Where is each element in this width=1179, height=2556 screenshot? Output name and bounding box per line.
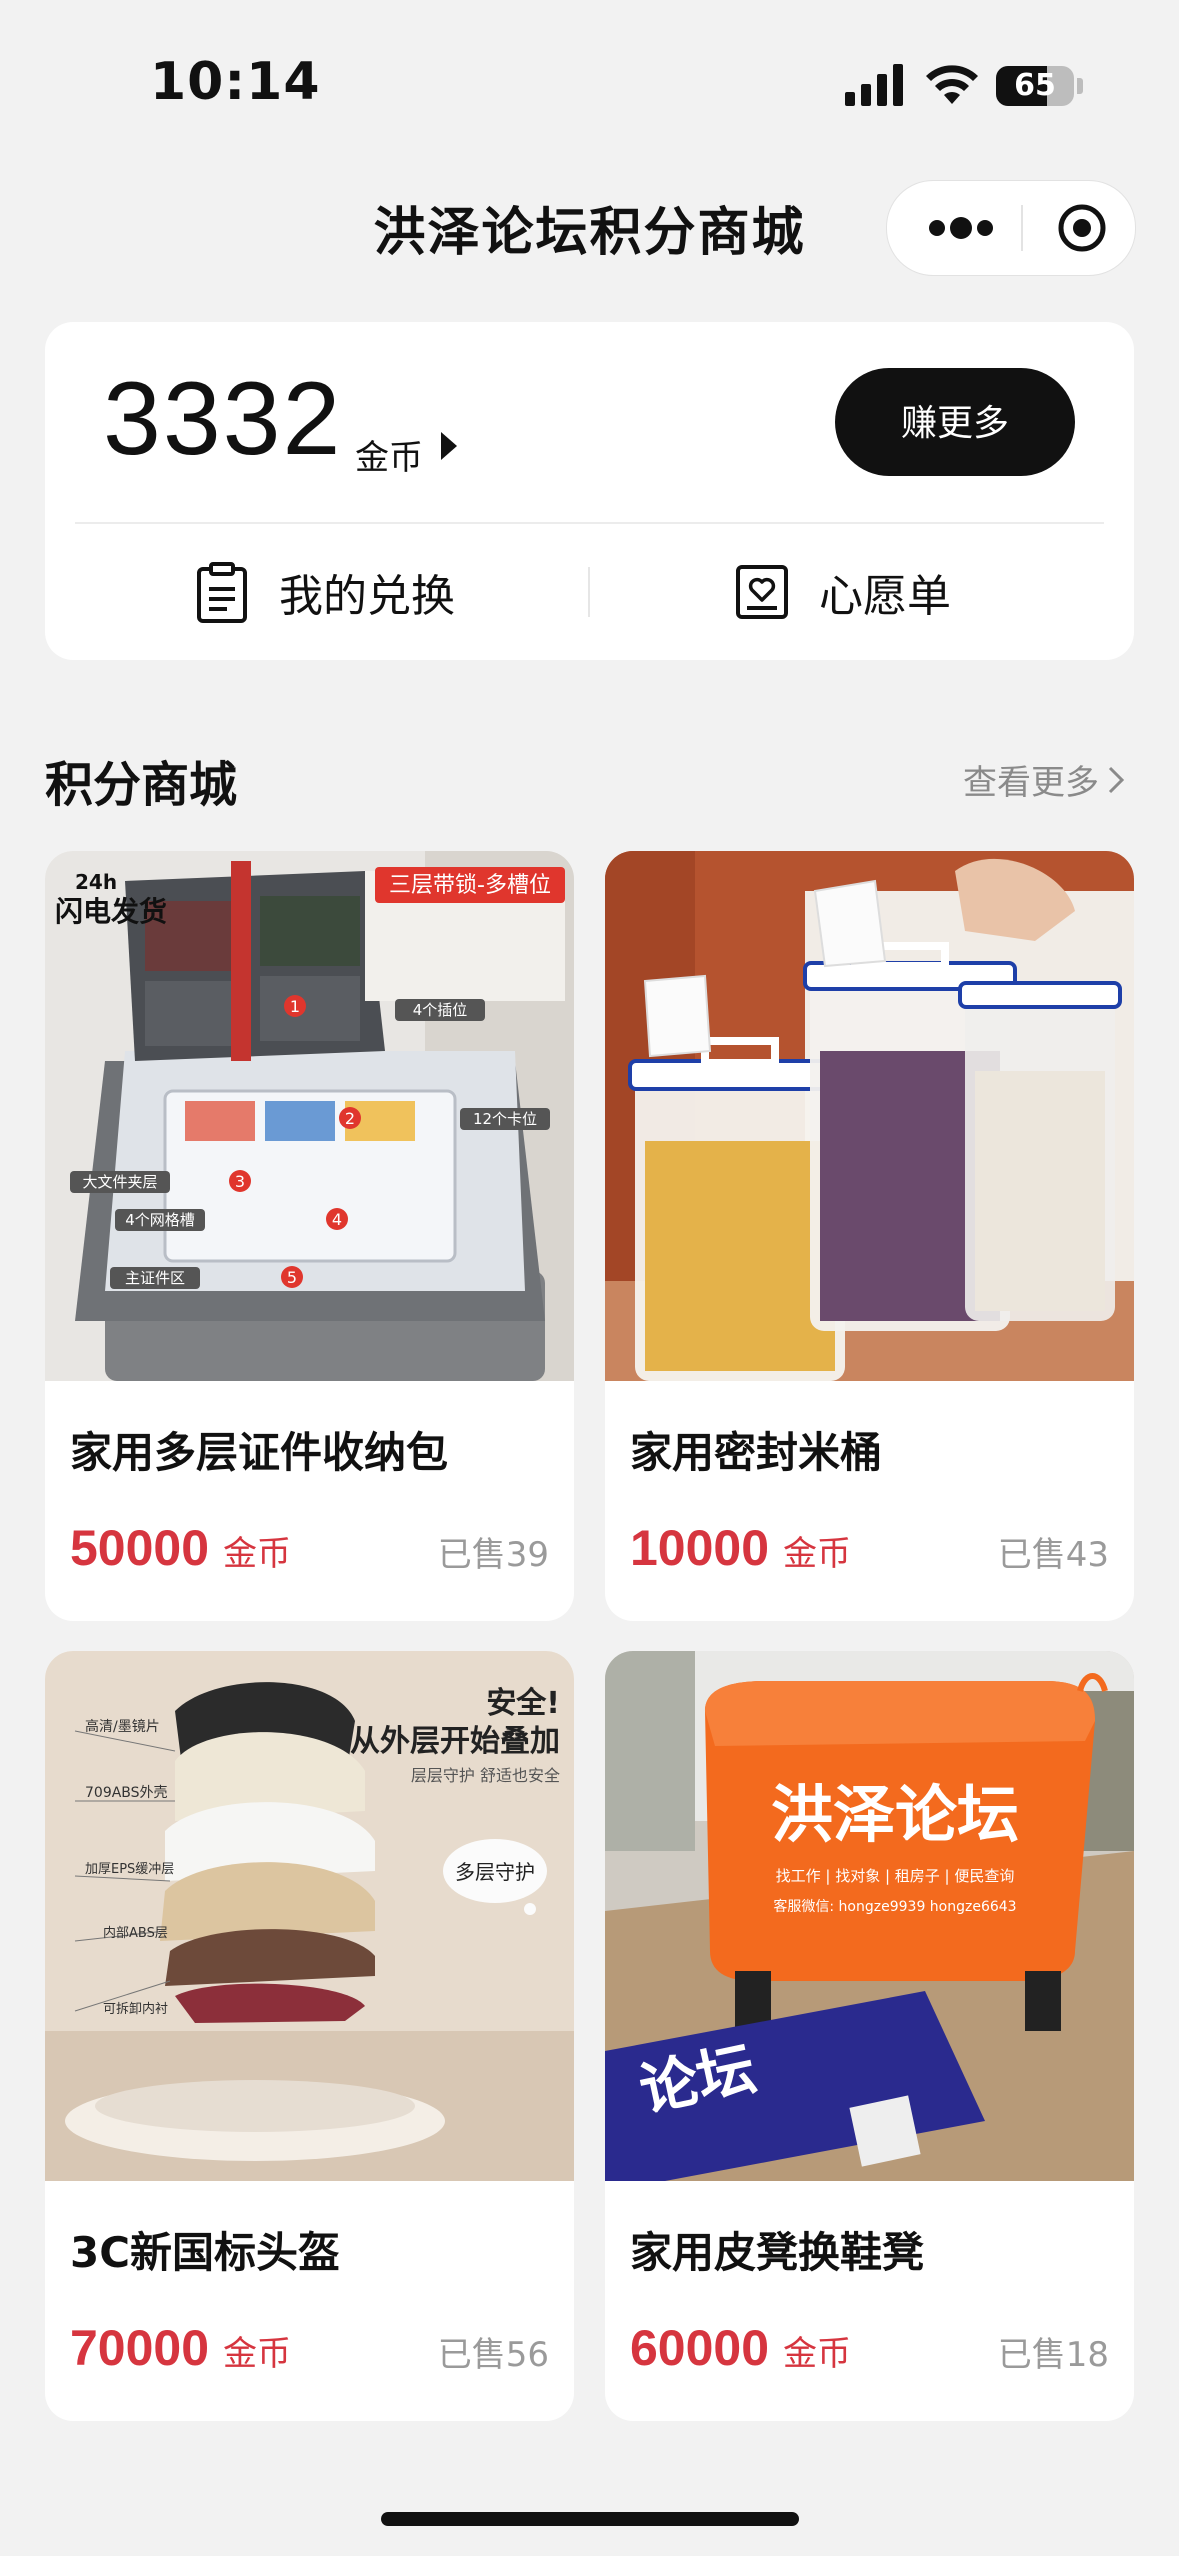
coin-detail-arrow-icon[interactable] [441,432,457,460]
svg-text:3: 3 [235,1172,245,1191]
svg-text:主证件区: 主证件区 [125,1269,185,1287]
status-bar: 10:14 65 [0,0,1179,150]
product-name: 家用密封米桶 [630,1428,883,1477]
battery-icon: 65 [996,66,1074,106]
price-unit: 金币 [783,2334,852,2374]
svg-text:5: 5 [287,1268,297,1287]
earn-more-button[interactable]: 赚更多 [835,368,1075,476]
svg-text:24h: 24h [75,870,117,894]
capsule-divider [1021,205,1023,251]
clipboard-icon [197,562,247,623]
product-card[interactable]: 高清/墨镜片 709ABS外壳 加厚EPS缓冲层 内部ABS层 可拆卸内衬 安全… [45,1651,574,2421]
wifi-icon [926,65,978,104]
battery-level: 65 [1014,68,1056,103]
product-image-stool: 洪泽论坛 找工作 | 找对象 | 租房子 | 便民查询 客服微信: hongze… [605,1651,1134,2181]
wishlist-label: 心愿单 [819,571,951,622]
svg-text:1: 1 [290,997,300,1016]
product-image-rice-bucket [605,851,1134,1381]
price-unit: 金币 [223,1534,292,1574]
product-name: 家用皮凳换鞋凳 [630,2228,925,2277]
price-unit: 金币 [223,2334,292,2374]
product-name: 家用多层证件收纳包 [70,1428,449,1477]
product-card[interactable]: 家用密封米桶 10000 金币 已售43 [605,851,1134,1621]
svg-text:4个插位: 4个插位 [413,1001,468,1019]
status-time: 10:14 [150,52,321,112]
sold-count: 已售39 [437,1535,549,1575]
svg-text:找工作 | 找对象 | 租房子 | 便民查询: 找工作 | 找对象 | 租房子 | 便民查询 [776,1867,1015,1885]
svg-text:709ABS外壳: 709ABS外壳 [85,1784,168,1801]
product-name: 3C新国标头盔 [70,2228,341,2277]
svg-text:加厚EPS缓冲层: 加厚EPS缓冲层 [85,1862,174,1877]
price-value: 70000 [70,2320,210,2376]
svg-text:多层守护: 多层守护 [455,1860,535,1884]
product-card[interactable]: 1 2 3 4 5 4个插位 12个卡位 大文件夹层 4个网格槽 主证件区 三层… [45,851,574,1621]
chevron-right-icon [1108,766,1125,793]
svg-text:客服微信: hongze9939 hongze6643: 客服微信: hongze9939 hongze6643 [773,1898,1016,1915]
price-value: 10000 [630,1520,770,1576]
svg-text:4: 4 [332,1210,342,1229]
sold-count: 已售43 [997,1535,1109,1575]
sold-count: 已售18 [997,2335,1109,2375]
svg-text:2: 2 [345,1109,355,1128]
coin-balance[interactable]: 3332 [103,360,342,479]
product-price: 10000 金币 [630,1519,851,1577]
wishlist-link[interactable]: 心愿单 [735,552,951,632]
product-image-helmet: 高清/墨镜片 709ABS外壳 加厚EPS缓冲层 内部ABS层 可拆卸内衬 安全… [45,1651,574,2181]
coin-balance-card: 3332 金币 赚更多 我的兑换 心愿单 [45,322,1134,660]
svg-text:安全!: 安全! [486,1686,560,1721]
my-exchange-link[interactable]: 我的兑换 [195,552,455,632]
svg-text:4个网格槽: 4个网格槽 [125,1211,195,1229]
product-price: 50000 金币 [70,1519,291,1577]
heart-box-icon [736,565,788,619]
svg-text:内部ABS层: 内部ABS层 [103,1925,168,1941]
product-price: 70000 金币 [70,2319,291,2377]
card-divider [75,522,1104,524]
close-miniprogram-icon[interactable] [1057,203,1107,253]
svg-text:三层带锁-多槽位: 三层带锁-多槽位 [389,873,551,898]
product-price: 60000 金币 [630,2319,851,2377]
product-image-document-bag: 1 2 3 4 5 4个插位 12个卡位 大文件夹层 4个网格槽 主证件区 三层… [45,851,574,1381]
coin-unit-label[interactable]: 金币 [355,430,423,479]
svg-text:大文件夹层: 大文件夹层 [82,1173,157,1191]
home-indicator[interactable] [381,2512,799,2526]
price-value: 60000 [630,2320,770,2376]
svg-text:高清/墨镜片: 高清/墨镜片 [85,1718,160,1735]
my-exchange-label: 我的兑换 [279,571,455,622]
link-divider [588,567,590,617]
svg-text:从外层开始叠加: 从外层开始叠加 [350,1724,560,1759]
price-value: 50000 [70,1520,210,1576]
cellular-signal-icon [845,62,907,106]
svg-text:层层守护 舒适也安全: 层层守护 舒适也安全 [411,1766,560,1785]
svg-text:12个卡位: 12个卡位 [473,1110,537,1128]
svg-text:可拆卸内衬: 可拆卸内衬 [103,2001,168,2017]
more-options-icon[interactable] [911,181,1011,275]
section-title: 积分商城 [45,757,238,813]
view-more-label: 查看更多 [963,763,1099,803]
view-more-link[interactable]: 查看更多 [963,755,1125,804]
price-unit: 金币 [783,1534,852,1574]
battery-tip [1077,78,1083,94]
sold-count: 已售56 [437,2335,549,2375]
mini-program-capsule [886,180,1136,276]
svg-text:闪电发货: 闪电发货 [55,895,167,928]
svg-text:洪泽论坛: 洪泽论坛 [771,1778,1019,1851]
product-card[interactable]: 洪泽论坛 找工作 | 找对象 | 租房子 | 便民查询 客服微信: hongze… [605,1651,1134,2421]
